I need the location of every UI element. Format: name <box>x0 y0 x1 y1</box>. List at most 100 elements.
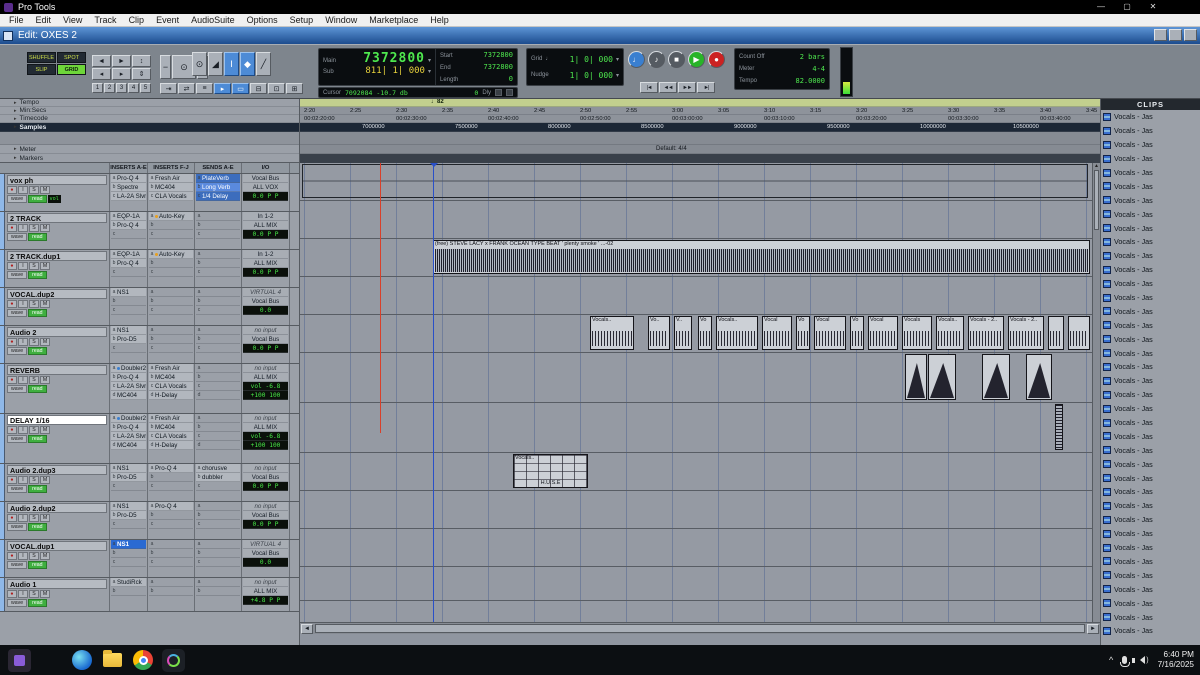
insert-long-verb[interactable]: b Long Verb <box>196 183 240 192</box>
solo-button[interactable]: S <box>29 552 39 560</box>
clips-list-item[interactable]: Vocals - Jas <box>1101 388 1200 402</box>
zoom-tool[interactable]: ⊙ <box>192 52 207 76</box>
clips-list-item[interactable]: Vocals - Jas <box>1101 555 1200 569</box>
input-monitor-button[interactable]: I <box>18 514 28 522</box>
clips-list-item[interactable]: Vocals - Jas <box>1101 568 1200 582</box>
solo-button[interactable]: S <box>29 300 39 308</box>
io-0-0-p-p[interactable]: 0.0 P P <box>243 230 288 239</box>
track-name[interactable]: Audio 2.dup3 <box>7 465 107 475</box>
mute-button[interactable]: M <box>40 426 50 434</box>
edit-window-titlebar[interactable]: Edit: OXES 2 <box>0 27 1200 44</box>
insert-pro-d5[interactable]: b Pro-D5 <box>111 511 146 520</box>
zoom-preset-5-button[interactable]: 5 <box>140 83 151 93</box>
automation-mode-button[interactable]: read <box>28 309 47 317</box>
menu-audiosuite[interactable]: AudioSuite <box>185 15 241 25</box>
track-header-2-track[interactable]: 2 TRACK ● I S Mwave read <box>0 212 110 249</box>
meter-ruler[interactable]: Default: 4/4 <box>300 145 1100 154</box>
clips-list-item[interactable]: Vocals - Jas <box>1101 360 1200 374</box>
menu-view[interactable]: View <box>57 15 88 25</box>
audio-clip-vocal[interactable]: Vocal <box>814 316 846 350</box>
minimize-icon[interactable]: — <box>1088 0 1114 14</box>
io-in-1-2[interactable]: In 1-2 <box>243 250 288 259</box>
insert-1-4-delay[interactable]: c 1/4 Delay <box>196 192 240 201</box>
go-to-end-button[interactable]: ►| <box>697 82 715 93</box>
ruler-name-samples[interactable]: ▸ Samples <box>0 123 299 132</box>
solo-button[interactable]: S <box>29 262 39 270</box>
record-enable-button[interactable]: ● <box>7 300 17 308</box>
audio-clip-vocal[interactable] <box>1068 316 1090 350</box>
menu-setup[interactable]: Setup <box>284 15 320 25</box>
io-no-input[interactable]: no input <box>243 326 288 335</box>
clips-list-item[interactable]: Vocals - Jas <box>1101 374 1200 388</box>
expand-arrow-icon[interactable]: ▸ <box>14 100 17 106</box>
input-monitor-button[interactable]: I <box>18 262 28 270</box>
main-counter-dropdown-icon[interactable]: ▾ <box>428 57 431 64</box>
io-virtual-4[interactable]: VIRTUAL 4 <box>243 288 288 297</box>
samples-ruler[interactable]: 7000000 7500000 8000000 8500000 9000000 95000… <box>300 123 1100 132</box>
menu-marketplace[interactable]: Marketplace <box>363 15 424 25</box>
scroll-left-icon[interactable]: ◄ <box>301 623 313 634</box>
zoom-preset-4-button[interactable]: 4 <box>128 83 139 93</box>
edge-icon[interactable] <box>72 650 92 670</box>
meter-label[interactable]: Meter <box>739 66 754 72</box>
app-window-icon[interactable] <box>8 648 31 672</box>
input-monitor-button[interactable]: I <box>18 186 28 194</box>
audio-clip-vocal[interactable]: Vocals.. <box>716 316 758 350</box>
io-no-input[interactable]: no input <box>243 464 288 473</box>
audio-clip-reverb[interactable] <box>928 354 956 400</box>
insert-pro-q-4[interactable]: a Pro-Q 4 <box>111 174 146 183</box>
insert-pro-d5[interactable]: b Pro-D5 <box>111 473 146 482</box>
waveform-zoom-button[interactable]: ⇕ <box>132 68 151 80</box>
audio-clip-vocal[interactable] <box>1048 316 1064 350</box>
main-counter-value[interactable]: 7372800 <box>339 51 425 66</box>
clips-list-item[interactable]: Vocals - Jas <box>1101 179 1200 193</box>
insert-auto-key[interactable]: a Auto-Key <box>149 250 193 259</box>
insert-pro-q-4[interactable]: b Pro-Q 4 <box>111 221 146 230</box>
track-name[interactable]: 2 TRACK <box>7 213 107 223</box>
insert-mc404[interactable]: b MC404 <box>149 183 193 192</box>
insert-chorusve[interactable]: a chorusve <box>196 464 240 473</box>
solo-button[interactable]: S <box>29 376 39 384</box>
input-monitor-button[interactable]: I <box>18 426 28 434</box>
insert-la-2a-slvr[interactable]: c LA-2A Slvr <box>111 382 146 391</box>
track-header-delay-1-16[interactable]: DELAY 1/16 ● I S Mwave read <box>0 414 110 463</box>
tempo-ruler[interactable]: ♩82 <box>300 99 1100 107</box>
insert-la-2a-slvr[interactable]: c LA-2A Slvr <box>111 432 146 441</box>
record-enable-button[interactable]: ● <box>7 590 17 598</box>
audio-clip-reverb[interactable] <box>982 354 1010 400</box>
clips-list-item[interactable]: Vocals - Jas <box>1101 610 1200 624</box>
track-header-vocal-dup2[interactable]: VOCAL.dup2 ● I S Mwave read <box>0 288 110 325</box>
taskbar-clock[interactable]: 6:40 PM 7/16/2025 <box>1158 650 1194 670</box>
mute-button[interactable]: M <box>40 376 50 384</box>
solo-button[interactable]: S <box>29 476 39 484</box>
clips-list-item[interactable]: Vocals - Jas <box>1101 541 1200 555</box>
io-no-input[interactable]: no input <box>243 578 288 587</box>
io-vol-6-8[interactable]: vol -6.8 <box>243 432 288 441</box>
record-button[interactable]: ● <box>708 51 725 68</box>
insert-ns1[interactable]: a NS1 <box>111 540 146 549</box>
track-lane-audio-1[interactable] <box>300 567 1092 601</box>
automation-mode-button[interactable]: read <box>28 347 47 355</box>
track-header-audio-2-dup2[interactable]: Audio 2.dup2 ● I S Mwave read <box>0 502 110 539</box>
maximize-icon[interactable]: ▢ <box>1114 0 1140 14</box>
track-header-audio-2[interactable]: Audio 2 ● I S Mwave read <box>0 326 110 363</box>
io-100-100[interactable]: +100 100 <box>243 391 288 400</box>
microphone-icon[interactable] <box>1119 656 1130 667</box>
io-vocal-bus[interactable]: Vocal Bus <box>243 297 288 306</box>
zoom-preset-2-button[interactable]: 2 <box>104 83 115 93</box>
record-enable-button[interactable]: ● <box>7 426 17 434</box>
track-view-selector[interactable]: wave <box>7 233 28 241</box>
solo-button[interactable]: S <box>29 338 39 346</box>
ruler-name-meter[interactable]: ▸ Meter <box>0 145 299 154</box>
menu-options[interactable]: Options <box>241 15 284 25</box>
io-0-0-p-p[interactable]: 0.0 P P <box>243 192 288 201</box>
io-vocal-bus[interactable]: Vocal Bus <box>243 549 288 558</box>
menu-window[interactable]: Window <box>319 15 363 25</box>
track-lane-2-track[interactable] <box>300 201 1092 239</box>
automation-mode-button[interactable]: read <box>28 385 47 393</box>
track-name[interactable]: vox ph <box>7 175 107 185</box>
close-icon[interactable]: ✕ <box>1140 0 1166 14</box>
insert-cla-vocals[interactable]: c CLA Vocals <box>149 432 193 441</box>
insert-ns1[interactable]: a NS1 <box>111 326 146 335</box>
go-to-start-button[interactable]: |◄ <box>640 82 658 93</box>
